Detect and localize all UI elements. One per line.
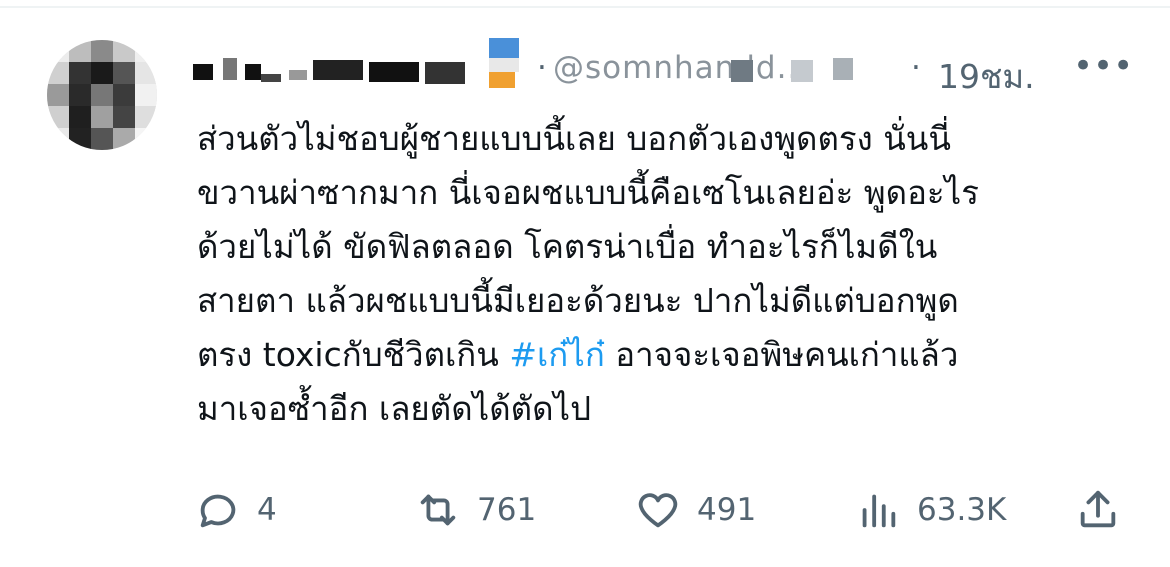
retweet-count: 761 (477, 492, 537, 528)
tweet-text-line: ด้วยไม่ได้ ขัดฟิลตลอด โคตรน่าเบื่อ ทำอะไ… (197, 227, 938, 266)
timestamp[interactable]: 19ชม. (938, 50, 1035, 103)
share-icon (1080, 490, 1116, 528)
like-button[interactable]: 491 (635, 480, 756, 540)
tweet-text-line: ตรง toxicกับชีวิตเกิน #เก๋ไก๋ อาจจะเจอพิ… (197, 328, 1127, 382)
retweet-icon (420, 494, 456, 526)
action-bar: 4 761 491 63.3K (195, 480, 1125, 540)
tweet-header: · @somnhandd... · 19ชม. ••• (193, 34, 1133, 96)
like-count: 491 (697, 492, 757, 528)
heart-icon (638, 493, 678, 528)
hashtag-link[interactable]: #เก๋ไก๋ (509, 335, 605, 374)
reply-count: 4 (257, 492, 277, 528)
views-button[interactable]: 63.3K (855, 480, 1006, 540)
tweet-text-line: มาเจอซ้ำอีก เลยตัดได้ตัดไป (197, 389, 592, 428)
reply-bubble-icon (200, 494, 236, 528)
views-count: 63.3K (917, 492, 1007, 528)
more-options-button[interactable]: ••• (1073, 48, 1133, 88)
tweet-text-segment: ตรง toxicกับชีวิตเกิน (197, 335, 510, 374)
tweet-text-segment: อาจจะเจอพิษคนเก่าแล้ว (604, 335, 959, 374)
avatar[interactable] (47, 40, 157, 150)
views-chart-icon (862, 494, 896, 528)
top-divider (0, 6, 1170, 8)
author-handle[interactable]: @somnhandd... (553, 50, 809, 86)
badge-censored-icon (485, 38, 525, 90)
share-button[interactable] (1075, 480, 1121, 540)
retweet-button[interactable]: 761 (415, 480, 536, 540)
author-name-censored[interactable] (193, 48, 473, 88)
tweet-text-line: สายตา แล้วผชแบบนี้มีเยอะด้วยนะ ปากไม่ดีแ… (197, 281, 959, 320)
separator-dot: · (537, 50, 547, 86)
tweet-text-line: ส่วนตัวไม่ชอบผู้ชายแบบนี้เลย บอกตัวเองพู… (197, 119, 951, 158)
tweet-text-line: ขวานผ่าซากมาก นี่เจอผชแบบนี้คือเซโนเลยอ่… (197, 173, 979, 212)
separator-dot-2: · (911, 50, 921, 86)
reply-button[interactable]: 4 (195, 480, 277, 540)
tweet-text: ส่วนตัวไม่ชอบผู้ชายแบบนี้เลย บอกตัวเองพู… (197, 112, 1127, 436)
